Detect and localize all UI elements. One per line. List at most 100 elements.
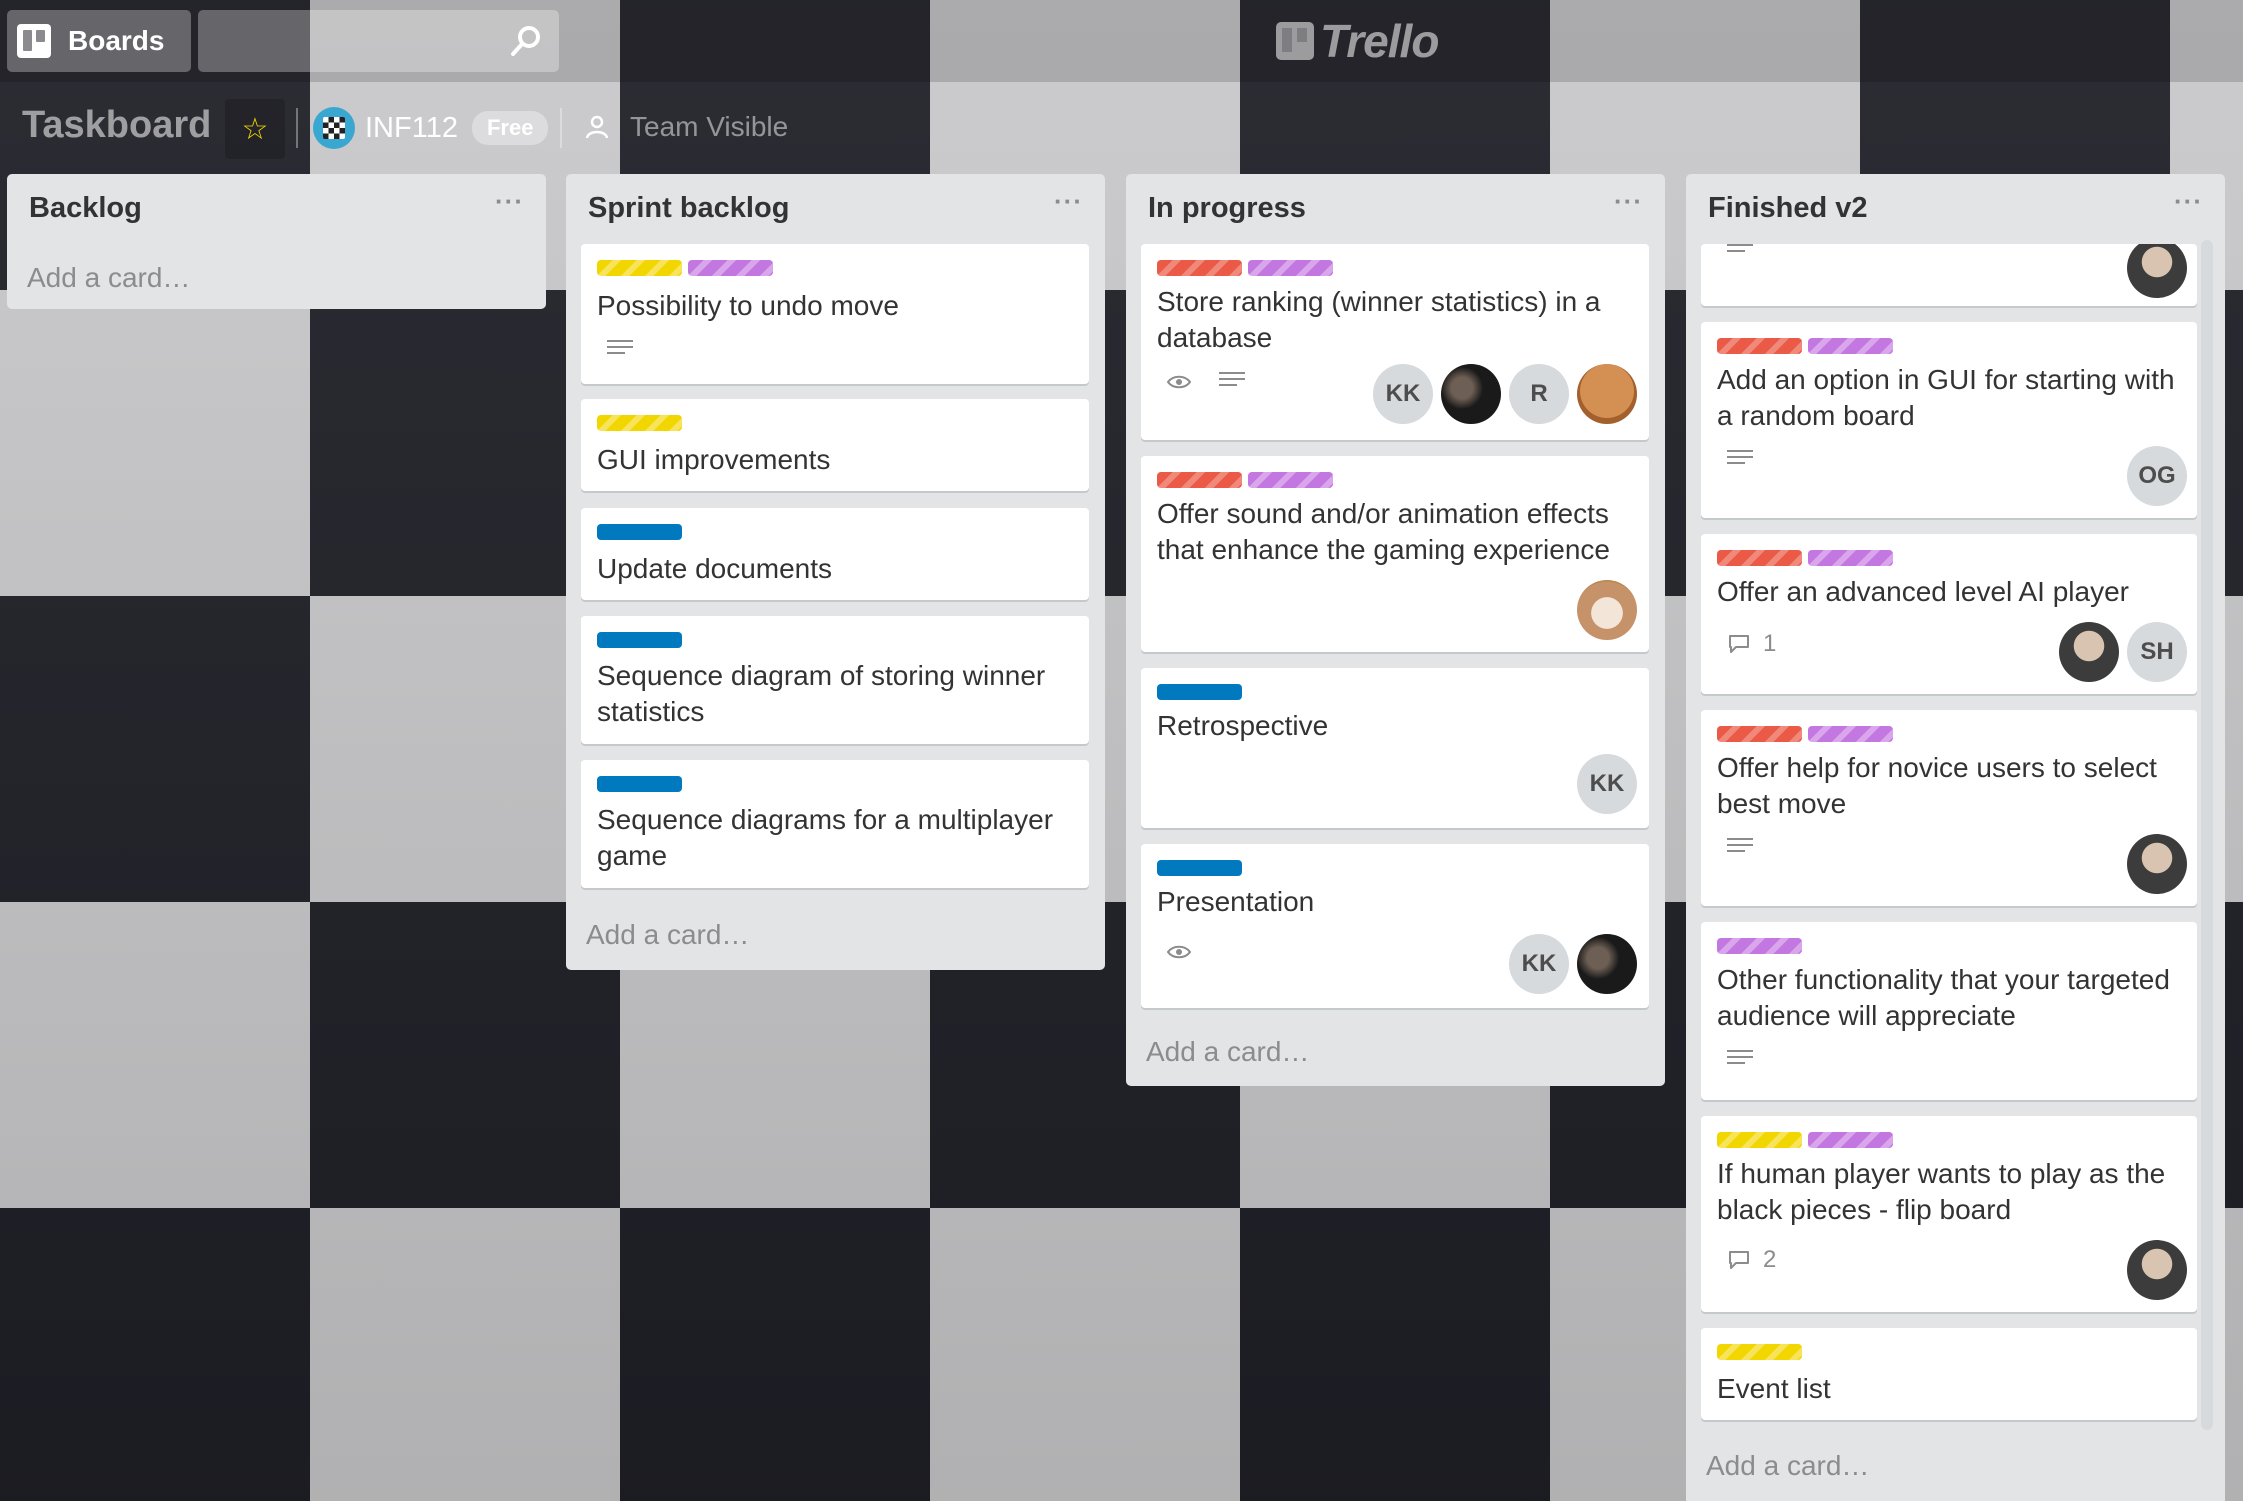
add-card-button[interactable]: Add a card…: [1146, 1036, 1309, 1068]
card-title: If human player wants to play as the bla…: [1717, 1158, 2166, 1225]
add-card-button[interactable]: Add a card…: [1706, 1450, 1869, 1482]
description-icon: [1727, 450, 1753, 470]
watch-icon: [1167, 945, 1191, 959]
top-header: Boards Trello: [0, 0, 2243, 82]
card[interactable]: GUI improvements: [581, 399, 1089, 491]
trello-logo[interactable]: Trello: [1276, 15, 1439, 67]
list-menu-button[interactable]: ···: [495, 186, 524, 217]
avatar-cat-photo[interactable]: [1577, 580, 1637, 640]
trello-logo-icon: [1276, 22, 1314, 60]
search-input[interactable]: [198, 10, 559, 72]
card[interactable]: Store ranking (winner statistics) in a d…: [1141, 244, 1649, 440]
card-title: Offer an advanced level AI player: [1717, 576, 2129, 607]
star-icon: ☆: [241, 112, 269, 146]
description-icon: [607, 340, 633, 360]
card[interactable]: Offer an advanced level AI player 1 SH: [1701, 534, 2197, 694]
team-icon: [585, 115, 609, 139]
comment-count-value: 2: [1763, 1246, 1777, 1273]
free-badge: Free: [471, 111, 549, 145]
org-avatar: [313, 107, 355, 149]
comment-count-value: 1: [1763, 630, 1777, 657]
avatar-photo[interactable]: [1441, 364, 1501, 424]
list-title[interactable]: Finished v2: [1708, 192, 1868, 225]
label-yellow: [597, 260, 682, 276]
label-purple: [1808, 1132, 1893, 1148]
card-title: Offer help for novice users to select be…: [1717, 752, 2157, 819]
card[interactable]: Offer help for novice users to select be…: [1701, 710, 2197, 906]
card-title: Other functionality that your targeted a…: [1717, 964, 2170, 1031]
list-title[interactable]: Backlog: [29, 192, 142, 225]
card-title: Sequence diagrams for a multiplayer game: [597, 804, 1054, 871]
label-purple: [1808, 338, 1893, 354]
card[interactable]: If human player wants to play as the bla…: [1701, 1116, 2197, 1312]
label-purple: [1248, 472, 1333, 488]
avatar-r[interactable]: R: [1509, 364, 1569, 424]
card-title: Store ranking (winner statistics) in a d…: [1157, 286, 1601, 353]
star-board-button[interactable]: ☆: [225, 99, 285, 159]
divider: [560, 108, 562, 148]
comment-count: 1: [1727, 630, 1776, 658]
avatar-beard-photo[interactable]: [2059, 622, 2119, 682]
label-blue: [1157, 684, 1242, 700]
card[interactable]: Presentation KK: [1141, 844, 1649, 1008]
description-icon: [1727, 1050, 1753, 1070]
label-purple: [1808, 550, 1893, 566]
avatar-emoji[interactable]: [1577, 364, 1637, 424]
card[interactable]: Update documents: [581, 508, 1089, 600]
avatar-kk[interactable]: KK: [1577, 754, 1637, 814]
card[interactable]: Possibility to undo move: [581, 244, 1089, 384]
card[interactable]: Other functionality that your targeted a…: [1701, 922, 2197, 1100]
list-backlog: Backlog ··· Add a card…: [7, 174, 546, 309]
card-title: Add an option in GUI for starting with a…: [1717, 364, 2175, 431]
list-finished-v2: Finished v2 ··· Add an option in GUI for…: [1686, 174, 2225, 1501]
add-card-button[interactable]: Add a card…: [586, 919, 749, 951]
org-button[interactable]: INF112 Free: [313, 106, 549, 150]
add-card-button[interactable]: Add a card…: [27, 262, 190, 294]
visibility-label: Team Visible: [630, 111, 789, 142]
label-purple: [688, 260, 773, 276]
comment-icon: [1729, 635, 1749, 653]
avatar-photo[interactable]: [1577, 934, 1637, 994]
label-red: [1717, 338, 1802, 354]
description-icon: [1727, 838, 1753, 858]
list-menu-button[interactable]: ···: [1054, 186, 1083, 217]
card[interactable]: Retrospective KK: [1141, 668, 1649, 828]
card-title: Update documents: [597, 553, 833, 584]
label-red: [1157, 472, 1242, 488]
list-title[interactable]: In progress: [1148, 192, 1306, 225]
watch-icon: [1167, 375, 1191, 389]
board-title[interactable]: Taskboard: [22, 104, 211, 147]
card[interactable]: Sequence diagrams for a multiplayer game: [581, 760, 1089, 888]
card[interactable]: [1701, 244, 2197, 306]
card[interactable]: Offer sound and/or animation effects tha…: [1141, 456, 1649, 652]
card[interactable]: Add an option in GUI for starting with a…: [1701, 322, 2197, 518]
list-scrollbar[interactable]: [2201, 240, 2213, 1430]
list-menu-button[interactable]: ···: [1614, 186, 1643, 217]
avatar-kk[interactable]: KK: [1373, 364, 1433, 424]
label-purple: [1248, 260, 1333, 276]
card[interactable]: Sequence diagram of storing winner stati…: [581, 616, 1089, 744]
avatar-kk[interactable]: KK: [1509, 934, 1569, 994]
logo-text: Trello: [1320, 15, 1439, 67]
avatar-beard-photo[interactable]: [2127, 834, 2187, 894]
divider: [296, 108, 298, 148]
label-yellow: [597, 415, 682, 431]
list-in-progress: In progress ··· Store ranking (winner st…: [1126, 174, 1665, 1086]
list-menu-button[interactable]: ···: [2174, 186, 2203, 217]
card[interactable]: Event list: [1701, 1328, 2197, 1420]
search-icon[interactable]: [509, 24, 543, 58]
comment-icon: [1729, 1251, 1749, 1269]
avatar-beard-photo[interactable]: [2127, 244, 2187, 298]
card-title: Sequence diagram of storing winner stati…: [597, 660, 1046, 727]
comment-count: 2: [1727, 1246, 1776, 1274]
card-title: Retrospective: [1157, 710, 1329, 741]
boards-button[interactable]: Boards: [7, 10, 191, 72]
avatar-sh[interactable]: SH: [2127, 622, 2187, 682]
card-title: Offer sound and/or animation effects tha…: [1157, 498, 1610, 565]
list-title[interactable]: Sprint backlog: [588, 192, 789, 225]
card-title: GUI improvements: [597, 444, 831, 475]
avatar-beard-photo[interactable]: [2127, 1240, 2187, 1300]
avatar-og[interactable]: OG: [2127, 446, 2187, 506]
org-name: INF112: [365, 111, 458, 144]
visibility-button[interactable]: Team Visible: [584, 111, 788, 143]
